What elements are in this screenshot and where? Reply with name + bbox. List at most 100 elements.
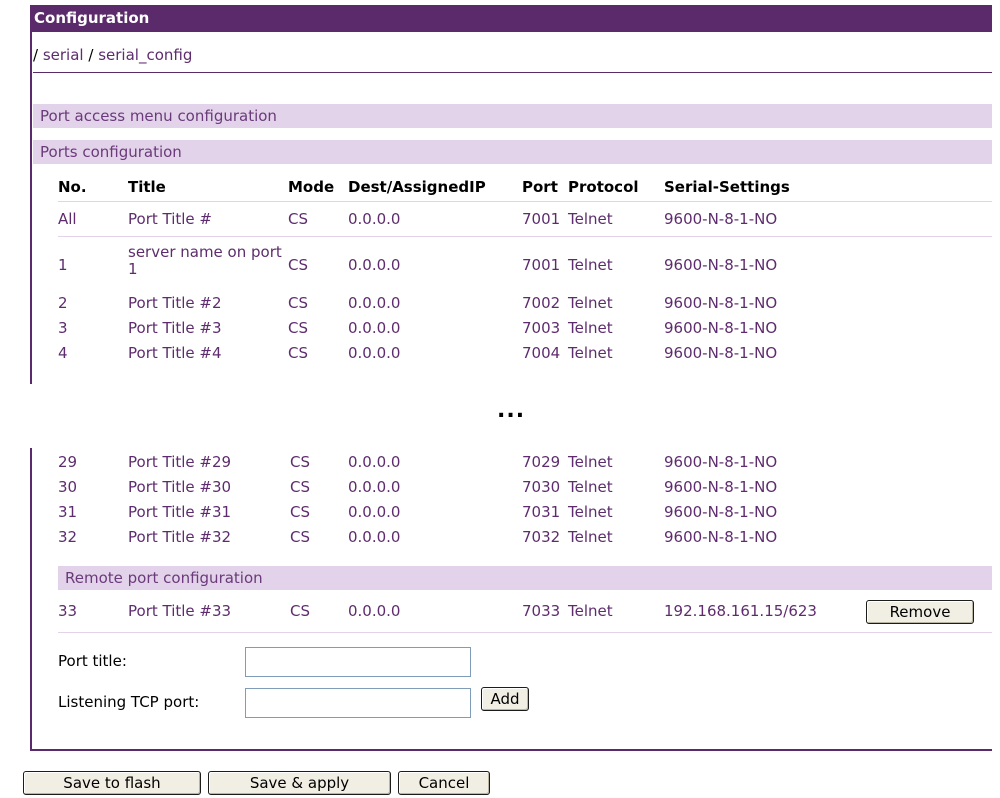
- cell-mode: CS: [290, 528, 310, 546]
- cell-title[interactable]: Port Title #32: [128, 528, 231, 546]
- column-header-no: No.: [58, 178, 87, 196]
- cell-mode: CS: [288, 210, 308, 228]
- cell-dest-ip: 0.0.0.0: [348, 210, 401, 228]
- column-header-protocol: Protocol: [568, 178, 639, 196]
- cell-no: All: [58, 210, 77, 228]
- cell-dest-ip: 0.0.0.0: [348, 344, 401, 362]
- cell-protocol: Telnet: [568, 503, 613, 521]
- panel-left-border-lower: [30, 448, 32, 751]
- cell-no: 32: [58, 528, 78, 546]
- cell-serial-settings: 9600-N-8-1-NO: [664, 528, 778, 546]
- breadcrumb-divider: [33, 72, 992, 73]
- table-divider: [58, 201, 992, 202]
- cell-port: 7001: [522, 210, 561, 228]
- cell-protocol: Telnet: [568, 528, 613, 546]
- add-button[interactable]: Add: [481, 687, 529, 711]
- cell-title[interactable]: Port Title #3: [128, 319, 222, 337]
- ports-configuration-section[interactable]: Ports configuration: [33, 140, 992, 164]
- cell-port: 7004: [522, 344, 561, 362]
- port-title-input[interactable]: [245, 647, 471, 677]
- cell-no: 30: [58, 478, 78, 496]
- panel-left-border: [30, 32, 32, 384]
- table-divider: [58, 236, 992, 237]
- cell-serial-settings: 9600-N-8-1-NO: [664, 344, 778, 362]
- breadcrumb-serial-link[interactable]: serial: [43, 46, 84, 64]
- remote-port-configuration-section: Remote port configuration: [58, 566, 992, 590]
- port-access-menu-section[interactable]: Port access menu configuration: [33, 104, 992, 128]
- cell-protocol: Telnet: [568, 319, 613, 337]
- cell-serial-settings: 9600-N-8-1-NO: [664, 319, 778, 337]
- cell-mode: CS: [288, 344, 308, 362]
- cell-mode: CS: [290, 453, 310, 471]
- remove-button[interactable]: Remove: [866, 600, 974, 624]
- cell-serial-settings: 9600-N-8-1-NO: [664, 453, 778, 471]
- cell-title[interactable]: server name on port 1: [128, 244, 283, 278]
- column-header-dest-ip: Dest/AssignedIP: [348, 178, 486, 196]
- cell-protocol: Telnet: [568, 294, 613, 312]
- cell-serial-settings: 9600-N-8-1-NO: [664, 503, 778, 521]
- cell-serial-settings: 9600-N-8-1-NO: [664, 294, 778, 312]
- cell-dest-ip: 0.0.0.0: [348, 478, 401, 496]
- cell-port: 7002: [522, 294, 561, 312]
- cell-mode: CS: [290, 478, 310, 496]
- cell-title[interactable]: Port Title #30: [128, 478, 231, 496]
- save-to-flash-button[interactable]: Save to flash: [23, 771, 201, 795]
- cell-title[interactable]: Port Title #33: [128, 602, 231, 620]
- breadcrumb-separator: /: [33, 46, 39, 64]
- panel-header: Configuration: [30, 5, 992, 32]
- breadcrumb-separator: /: [88, 46, 94, 64]
- column-header-serial-settings: Serial-Settings: [664, 178, 790, 196]
- cell-dest-ip: 0.0.0.0: [348, 528, 401, 546]
- breadcrumb: / serial / serial_config: [33, 46, 192, 64]
- cell-no: 4: [58, 344, 68, 362]
- cell-serial-settings: 9600-N-8-1-NO: [664, 256, 778, 274]
- cell-protocol: Telnet: [568, 344, 613, 362]
- cell-dest-ip: 0.0.0.0: [348, 294, 401, 312]
- rows-omitted-ellipsis: ...: [497, 398, 526, 423]
- cell-title[interactable]: Port Title #4: [128, 344, 222, 362]
- cell-serial-settings: 9600-N-8-1-NO: [664, 478, 778, 496]
- cell-mode: CS: [288, 256, 308, 274]
- cell-dest-ip: 0.0.0.0: [348, 453, 401, 471]
- column-header-mode: Mode: [288, 178, 335, 196]
- column-header-port: Port: [522, 178, 558, 196]
- cell-no: 1: [58, 256, 68, 274]
- cell-port: 7001: [522, 256, 561, 274]
- cell-no: 31: [58, 503, 78, 521]
- cancel-button[interactable]: Cancel: [398, 771, 490, 795]
- cell-protocol: Telnet: [568, 478, 613, 496]
- cell-port: 7029: [522, 453, 561, 471]
- cell-port: 7032: [522, 528, 561, 546]
- cell-protocol: Telnet: [568, 602, 613, 620]
- panel-title: Configuration: [34, 9, 150, 27]
- cell-mode: CS: [288, 294, 308, 312]
- listening-tcp-port-label: Listening TCP port:: [58, 693, 200, 711]
- port-title-label: Port title:: [58, 652, 127, 670]
- table-divider: [58, 632, 992, 633]
- cell-mode: CS: [290, 503, 310, 521]
- cell-title[interactable]: Port Title #31: [128, 503, 231, 521]
- cell-dest-ip: 0.0.0.0: [348, 256, 401, 274]
- cell-title[interactable]: Port Title #29: [128, 453, 231, 471]
- cell-protocol: Telnet: [568, 210, 613, 228]
- cell-no: 3: [58, 319, 68, 337]
- listening-tcp-port-input[interactable]: [245, 688, 471, 718]
- cell-port: 7033: [522, 602, 561, 620]
- cell-no: 33: [58, 602, 78, 620]
- cell-mode: CS: [288, 319, 308, 337]
- breadcrumb-serial-config-link[interactable]: serial_config: [98, 46, 192, 64]
- cell-title[interactable]: Port Title #2: [128, 294, 222, 312]
- cell-serial-settings: 9600-N-8-1-NO: [664, 210, 778, 228]
- cell-port: 7031: [522, 503, 561, 521]
- save-and-apply-button[interactable]: Save & apply: [208, 771, 391, 795]
- cell-dest-ip: 0.0.0.0: [348, 602, 401, 620]
- cell-dest-ip: 0.0.0.0: [348, 319, 401, 337]
- column-header-title: Title: [128, 178, 166, 196]
- cell-remote-address: 192.168.161.15/623: [664, 602, 817, 620]
- cell-no: 2: [58, 294, 68, 312]
- cell-dest-ip: 0.0.0.0: [348, 503, 401, 521]
- cell-port: 7003: [522, 319, 561, 337]
- cell-title[interactable]: Port Title #: [128, 210, 212, 228]
- panel-bottom-border: [30, 749, 992, 751]
- cell-mode: CS: [290, 602, 310, 620]
